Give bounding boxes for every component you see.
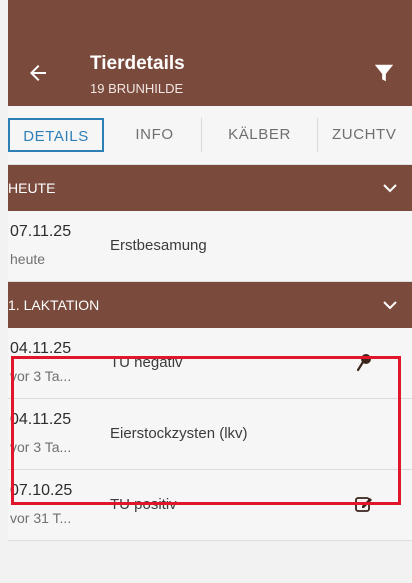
event-age: heute: [10, 251, 46, 267]
event-age: vor 31 T...: [10, 510, 72, 526]
event-description: TU negativ: [110, 354, 183, 371]
list-item[interactable]: 07.10.25 vor 31 T... TU positiv: [8, 470, 412, 541]
tab-details[interactable]: DETAILS: [8, 118, 104, 152]
event-age: vor 3 Ta...: [10, 368, 72, 384]
section-header-laktation[interactable]: 1. LAKTATION: [8, 282, 412, 328]
event-description: Eierstockzysten (lkv): [110, 425, 248, 442]
event-description: Erstbesamung: [110, 237, 207, 254]
tab-zuchtv[interactable]: ZUCHTV: [318, 118, 412, 152]
event-date: 04.11.25: [10, 340, 72, 357]
chevron-down-icon: [383, 301, 397, 310]
status-bar: [8, 0, 412, 40]
tab-kaelber[interactable]: KÄLBER: [202, 118, 318, 152]
filter-icon[interactable]: [373, 62, 395, 84]
section-label: HEUTE: [8, 180, 56, 196]
app-bar: Tierdetails 19 BRUNHILDE: [8, 40, 412, 106]
event-description: TU positiv: [110, 496, 177, 513]
list-item[interactable]: 04.11.25 vor 3 Ta... Eierstockzysten (lk…: [8, 399, 412, 470]
event-date: 07.10.25: [10, 482, 73, 499]
tab-bar: DETAILS INFO KÄLBER ZUCHTV: [8, 106, 412, 165]
list-item[interactable]: 04.11.25 vor 3 Ta... TU negativ: [8, 328, 412, 399]
tab-info[interactable]: INFO: [108, 118, 202, 152]
app-frame: Tierdetails 19 BRUNHILDE DETAILS INFO KÄ…: [8, 0, 412, 583]
section-label: 1. LAKTATION: [8, 297, 100, 313]
section-header-heute[interactable]: HEUTE: [8, 165, 412, 211]
chevron-down-icon: [383, 184, 397, 193]
event-age: vor 3 Ta...: [10, 439, 72, 455]
page-subtitle: 19 BRUNHILDE: [90, 81, 184, 96]
list-item[interactable]: 07.11.25 heute Erstbesamung: [8, 211, 412, 282]
pin-icon[interactable]: [354, 352, 374, 372]
event-date: 04.11.25: [10, 411, 72, 428]
event-date: 07.11.25: [10, 223, 72, 240]
page-title: Tierdetails: [90, 53, 185, 74]
edit-icon[interactable]: [354, 494, 374, 514]
back-arrow-icon[interactable]: [26, 61, 50, 85]
